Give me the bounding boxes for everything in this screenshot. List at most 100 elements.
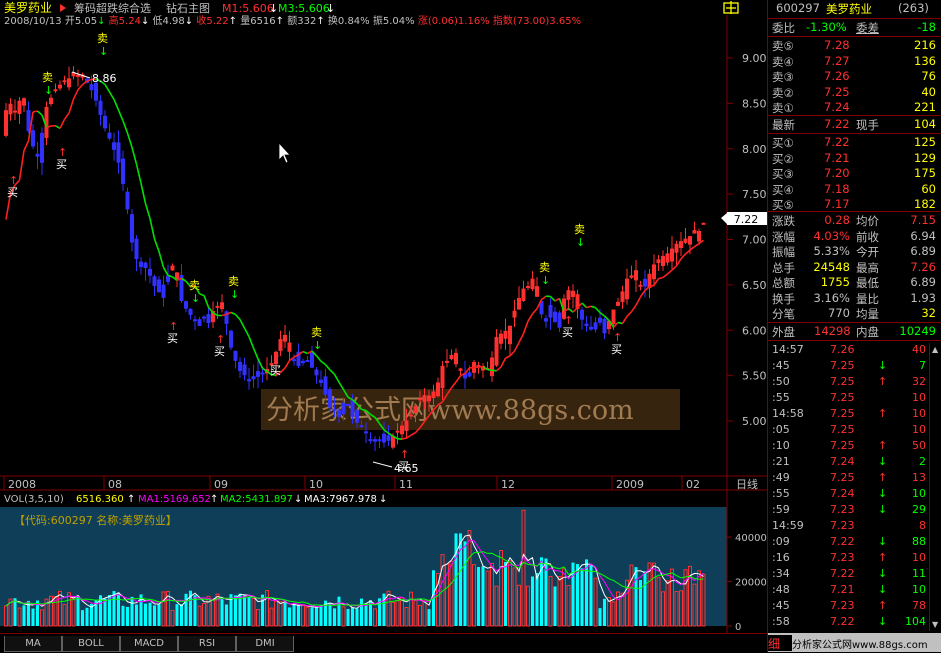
sell-signal-label: 卖 (42, 71, 53, 84)
volume-bar (338, 597, 341, 626)
tick-row: :597.23↓29 (768, 503, 941, 519)
volume-bar (122, 606, 125, 626)
sell-level-label: 卖① (772, 100, 794, 116)
candle-body (283, 335, 287, 342)
tab-dmi[interactable]: DMI (236, 636, 294, 652)
tick-volume: 40 (912, 343, 926, 356)
weicha-label: 委差 (856, 20, 879, 36)
price-tick-label: 8.00 (742, 143, 767, 156)
candle-body (238, 362, 242, 371)
sell-level-label: 卖② (772, 85, 794, 101)
tick-time: :55 (772, 487, 790, 500)
candle-body (346, 404, 350, 406)
candle-body (513, 311, 517, 318)
tick-time: :48 (772, 583, 790, 596)
candle-body (400, 426, 404, 435)
period-label[interactable]: 日线 (736, 477, 758, 491)
candle-body (612, 310, 616, 325)
sell-level-row: 卖②7.2540 (768, 85, 941, 101)
volume-bar (360, 599, 363, 626)
buy-level-row: 买④7.1860 (768, 182, 941, 198)
ma-line-segment (254, 348, 259, 359)
main-chart-area[interactable]: 美罗药业 筹码超跌综合选 钻石主图 M1:5.606 ↓ M3:5.606 ↓ … (0, 0, 767, 633)
tab-macd[interactable]: MACD (120, 636, 178, 652)
arrow-down-icon: ↓ (878, 615, 887, 628)
volume-bar (14, 598, 17, 626)
sell-signal-label: 卖 (311, 326, 322, 339)
candle-body (292, 359, 296, 361)
ma-line-segment (452, 382, 457, 388)
volume-bar (23, 605, 26, 626)
candle-body (634, 270, 638, 280)
candle-body (184, 301, 188, 309)
candle-body (382, 434, 386, 443)
ma-line-segment (402, 438, 407, 439)
sell-level-volume: 136 (914, 54, 936, 68)
tick-row: :097.22↓88 (768, 535, 941, 551)
tab-boll[interactable]: BOLL (62, 636, 120, 652)
ma-line-segment (627, 312, 632, 317)
candle-body (526, 286, 530, 288)
chevron-up-icon[interactable]: ▲ (932, 345, 938, 354)
candle-body (558, 312, 562, 327)
tick-price: 7.22 (830, 567, 855, 580)
ma-line-segment (528, 314, 533, 321)
arrow-down-icon: ↓ (878, 455, 887, 468)
stock-name: 美罗药业 (826, 1, 872, 17)
candle-body (189, 309, 193, 315)
chevron-down-icon[interactable]: ▼ (932, 620, 938, 629)
ma-line-segment (159, 251, 164, 267)
volume-bar (158, 604, 161, 626)
volume-bar (576, 564, 579, 626)
outer-inner-row: 外盘 14298 内盘 10249 (768, 324, 941, 340)
tick-volume: 7 (919, 359, 926, 372)
candle-body (643, 279, 647, 287)
ma-line-segment (128, 133, 133, 147)
ma-line-segment (636, 297, 641, 305)
chart-name[interactable]: 钻石主图 (166, 1, 210, 15)
arrow-down-icon: ↓ (541, 274, 550, 287)
detail-tab[interactable]: 细 (768, 635, 792, 651)
tick-volume: 11 (912, 567, 926, 580)
footer-bar: 细 分析家公式网www.88gs.com (768, 633, 941, 652)
tick-volume: 10 (912, 583, 926, 596)
candle-body (256, 371, 260, 377)
tick-volume: 8 (919, 519, 926, 532)
tick-scrollbar[interactable]: ▲ ▼ (929, 343, 940, 631)
stat-label: 分笔 (772, 306, 795, 322)
candle-body (139, 262, 143, 268)
arrow-up-icon: ↑ (276, 16, 284, 27)
arrow-down-icon: ↓ (141, 16, 149, 27)
stat-value: 3.16% (813, 291, 850, 305)
tab-ma[interactable]: MA (4, 636, 62, 652)
tick-price: 7.22 (830, 535, 855, 548)
volume-bar (248, 597, 251, 626)
current-price-label: 7.22 (734, 213, 759, 226)
volume-bar (635, 567, 638, 626)
candle-body (661, 256, 665, 266)
volume-bar (311, 607, 314, 626)
buy-level-label: 买② (772, 151, 794, 167)
weibi-label: 委比 (772, 20, 795, 36)
candlestick-plot[interactable]: 9.008.508.007.507.006.506.005.505.00 分析家… (0, 15, 767, 490)
watermark-text: 分析家公式网www.88gs.com (266, 395, 634, 426)
price-tick-label: 5.50 (742, 370, 767, 383)
candle-body (697, 231, 701, 241)
candle-body (499, 334, 503, 344)
tab-rsi[interactable]: RSI (178, 636, 236, 652)
candle-body (279, 339, 283, 351)
volume-bar (32, 609, 35, 626)
buy-level-volume: 60 (921, 182, 936, 196)
volume-bar (351, 607, 354, 626)
formula-name[interactable]: 筹码超跌综合选 (74, 1, 151, 15)
volume-panel[interactable]: VOL(3,5,10) 6516.360 ↑ MA1:5169.652 ↑ MA… (0, 490, 767, 633)
arrow-down-icon: ↓ (230, 288, 239, 301)
tick-price: 7.25 (830, 391, 855, 404)
date-tick-label: 09 (214, 478, 228, 491)
candle-body (504, 331, 508, 339)
date-tick-label: 08 (108, 478, 122, 491)
buy-level-price: 7.22 (824, 135, 850, 149)
arrow-up-icon: ↑ (127, 494, 135, 505)
tick-time: :45 (772, 599, 790, 612)
candle-body (603, 319, 607, 333)
